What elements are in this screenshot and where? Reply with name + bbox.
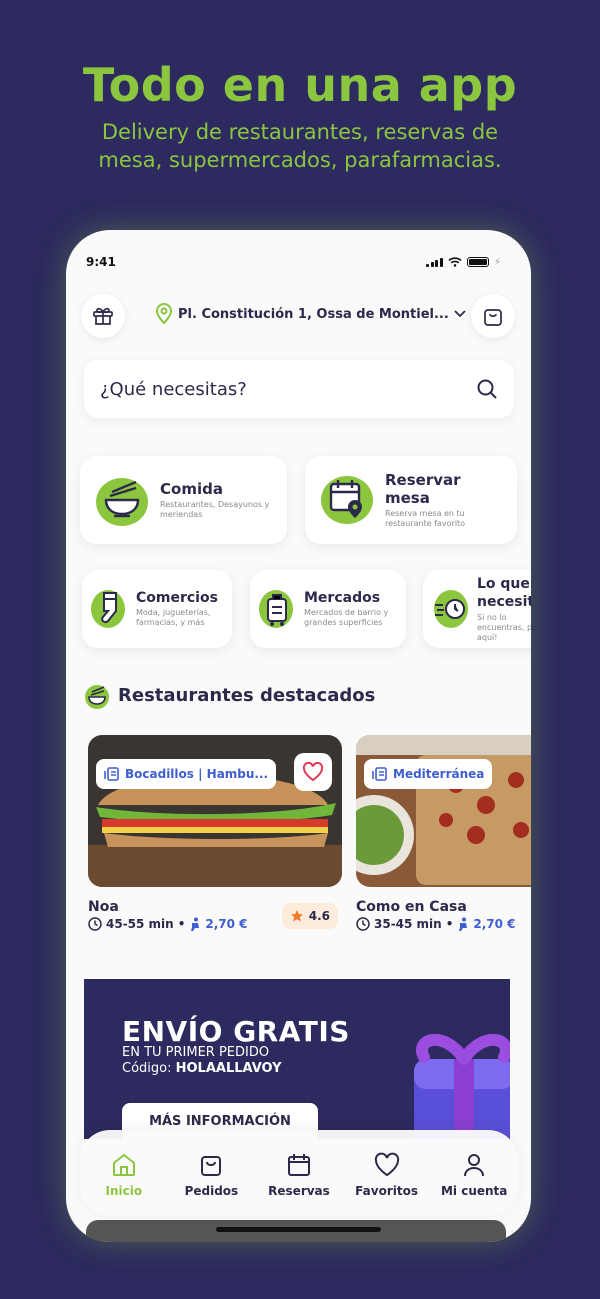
market-trolley-icon (259, 590, 293, 628)
nav-mi-cuenta[interactable]: Mi cuenta (431, 1152, 517, 1198)
delivery-time-noa: 45-55 min (106, 917, 174, 931)
user-icon (464, 1154, 485, 1177)
battery-icon (466, 257, 489, 267)
rating-value-noa: 4.6 (308, 909, 330, 923)
rating-badge-noa: 4.6 (281, 903, 338, 929)
menu-tag-icon (372, 767, 387, 781)
nav-mi-cuenta-label: Mi cuenta (440, 1184, 508, 1198)
nav-pedidos[interactable]: Pedidos (168, 1152, 254, 1198)
status-bar: 9:41 ⚡ (86, 250, 501, 274)
category-comida-description: Restaurantes, Desayunos y meriendas (160, 500, 270, 519)
home-indicator (216, 1227, 381, 1232)
hero-subtitle-line-1: Delivery de restaurantes, reservas de (101, 120, 499, 144)
category-reservar-mesa-title: Reservar mesa (385, 471, 461, 507)
wifi-icon (448, 257, 462, 267)
category-lo-que-necesites-title: Lo que necesites (477, 576, 531, 610)
gift-icon (93, 307, 113, 325)
category-reservar-mesa[interactable]: Reservar mesa Reserva mesa en tu restaur… (305, 456, 517, 544)
promo-code-label: Código: (122, 1061, 176, 1076)
menu-tag-icon (104, 767, 119, 781)
promo-line-1: EN TU PRIMER PEDIDO (122, 1045, 270, 1060)
delivery-fee-noa: 2,70 € (205, 917, 248, 931)
fast-clock-icon (434, 590, 468, 628)
bottom-navigation: Inicio Pedidos Reservas Favoritos Mi cue… (80, 1130, 518, 1216)
status-time: 9:41 (86, 255, 116, 269)
category-lo-que-necesites[interactable]: Lo que necesites Si no lo encuentras, po… (423, 570, 531, 648)
heart-icon (374, 1152, 399, 1177)
nav-pedidos-label: Pedidos (184, 1184, 239, 1198)
shopping-bag-icon (201, 1156, 222, 1176)
calendar-location-icon (321, 476, 373, 524)
phone-screen: 9:41 ⚡ Pl. Constitución 1, Ossa de Monti… (66, 230, 531, 1242)
restaurant-image-noa: Bocadillos | Hambu... (88, 735, 342, 887)
status-icons: ⚡ (426, 257, 501, 268)
chevron-down-icon (454, 310, 466, 318)
delivery-time-como-en-casa: 35-45 min (374, 917, 442, 931)
restaurant-image-como-en-casa: Mediterránea (356, 735, 531, 887)
category-mercados-title: Mercados (304, 590, 381, 606)
cart-button[interactable] (471, 294, 515, 338)
signal-icon (426, 257, 443, 267)
star-icon (290, 910, 303, 922)
delivery-courier-icon (191, 917, 200, 931)
category-comercios-title: Comercios (136, 590, 218, 606)
search-bar[interactable]: ¿Qué necesitas? (84, 360, 514, 418)
promo-heading: ENVÍO GRATIS (122, 1015, 350, 1048)
shopping-bag-icon (484, 309, 502, 326)
nav-inicio-label: Inicio (105, 1184, 143, 1198)
category-mercados-description: Mercados de barrio y grandes superficies (304, 608, 389, 627)
category-comida-title: Comida (160, 480, 223, 498)
category-mercados[interactable]: Mercados Mercados de barrio y grandes su… (250, 570, 406, 648)
category-comercios-description: Moda, jugueterías, farmacias, y más (136, 608, 211, 627)
nav-favoritos-label: Favoritos (355, 1184, 418, 1198)
gift-box-illustration (414, 1034, 510, 1139)
sock-icon (91, 590, 125, 628)
restaurant-name-como-en-casa: Como en Casa (356, 899, 467, 915)
clock-icon (356, 917, 370, 931)
category-lo-que-necesites-description: Si no lo encuentras, por aquí! (477, 613, 531, 642)
delivery-courier-icon (459, 917, 468, 931)
restaurant-tag-como-en-casa-label: Mediterránea (393, 767, 485, 781)
promo-code-line: Código: HOLAALLAVOY (122, 1061, 282, 1076)
nav-favoritos[interactable]: Favoritos (344, 1152, 430, 1198)
restaurant-card-noa[interactable]: Bocadillos | Hambu... Noa 45-55 min • 2,… (88, 735, 342, 931)
restaurant-tag-noa: Bocadillos | Hambu... (96, 759, 277, 789)
location-pin-icon (155, 303, 173, 325)
address-selector[interactable]: Pl. Constitución 1, Ossa de Montiel... (154, 303, 467, 325)
hero-title: Todo en una app (82, 58, 518, 112)
restaurant-tag-noa-label: Bocadillos | Hambu... (125, 767, 269, 781)
nav-reservas-label: Reservas (268, 1184, 330, 1198)
charging-icon: ⚡ (493, 256, 501, 268)
category-comida[interactable]: Comida Restaurantes, Desayunos y meriend… (80, 456, 287, 544)
search-icon (477, 379, 497, 399)
promo-code: HOLAALLAVOY (175, 1061, 282, 1076)
category-comercios[interactable]: Comercios Moda, jugueterías, farmacias, … (82, 570, 232, 648)
restaurant-card-como-en-casa[interactable]: Mediterránea Como en Casa 35-45 min • 2,… (356, 735, 531, 931)
restaurant-meta-como-en-casa: 35-45 min • 2,70 € (356, 917, 531, 931)
category-reservar-mesa-description: Reserva mesa en tu restaurante favorito (385, 509, 466, 528)
restaurant-tag-como-en-casa: Mediterránea (364, 759, 493, 789)
heart-icon (302, 762, 324, 782)
featured-bowl-icon (85, 685, 109, 709)
hero-subtitle: Delivery de restaurantes, reservas de me… (40, 118, 560, 174)
featured-section-title: Restaurantes destacados (118, 685, 376, 706)
gift-button[interactable] (81, 294, 125, 338)
nav-inicio[interactable]: Inicio (81, 1152, 167, 1198)
food-bowl-icon (96, 478, 148, 526)
favorite-button-noa[interactable] (294, 753, 332, 791)
promo-banner[interactable]: ENVÍO GRATIS EN TU PRIMER PEDIDO Código:… (84, 979, 510, 1139)
nav-reservas[interactable]: Reservas (256, 1152, 342, 1198)
hero-subtitle-line-2: mesa, supermercados, parafarmacias. (98, 148, 502, 172)
delivery-fee-como-en-casa: 2,70 € (473, 917, 516, 931)
address-text: Pl. Constitución 1, Ossa de Montiel... (178, 306, 449, 322)
clock-icon (88, 917, 102, 931)
search-placeholder: ¿Qué necesitas? (100, 378, 247, 400)
calendar-icon (287, 1154, 310, 1176)
home-icon (112, 1153, 135, 1176)
